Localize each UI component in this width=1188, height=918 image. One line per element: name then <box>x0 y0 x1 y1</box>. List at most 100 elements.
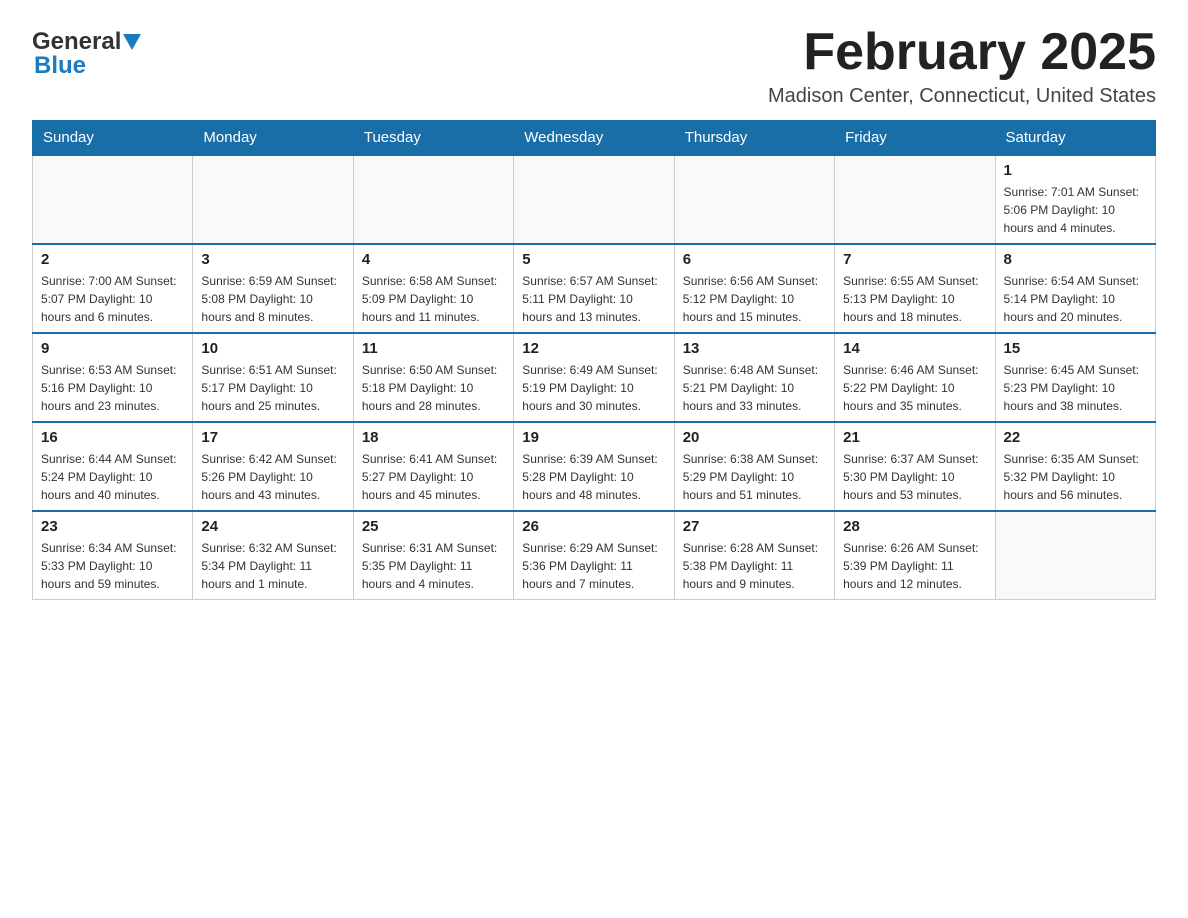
day-cell: 5 Sunrise: 6:57 AM Sunset: 5:11 PM Daylig… <box>514 244 674 333</box>
day-info: Sunrise: 6:45 AM Sunset: 5:23 PM Dayligh… <box>1004 361 1147 415</box>
day-cell: 18 Sunrise: 6:41 AM Sunset: 5:27 PM Dayli… <box>353 422 513 511</box>
day-number: 17 <box>201 429 344 446</box>
col-monday: Monday <box>193 121 353 156</box>
day-info: Sunrise: 6:51 AM Sunset: 5:17 PM Dayligh… <box>201 361 344 415</box>
calendar-title: February 2025 <box>768 24 1156 81</box>
day-cell <box>674 155 834 244</box>
day-cell: 21 Sunrise: 6:37 AM Sunset: 5:30 PM Dayli… <box>835 422 995 511</box>
day-cell: 17 Sunrise: 6:42 AM Sunset: 5:26 PM Dayli… <box>193 422 353 511</box>
day-number: 23 <box>41 518 184 535</box>
day-number: 20 <box>683 429 826 446</box>
day-number: 6 <box>683 251 826 268</box>
logo: General Blue <box>32 24 141 80</box>
week-row-2: 2 Sunrise: 7:00 AM Sunset: 5:07 PM Daylig… <box>33 244 1156 333</box>
day-info: Sunrise: 6:34 AM Sunset: 5:33 PM Dayligh… <box>41 539 184 593</box>
day-number: 7 <box>843 251 986 268</box>
col-sunday: Sunday <box>33 121 193 156</box>
day-cell: 6Sunrise: 6:56 AM Sunset: 5:12 PM Daylig… <box>674 244 834 333</box>
day-cell <box>353 155 513 244</box>
day-cell <box>835 155 995 244</box>
day-number: 14 <box>843 340 986 357</box>
day-cell: 4 Sunrise: 6:58 AM Sunset: 5:09 PM Daylig… <box>353 244 513 333</box>
day-info: Sunrise: 6:54 AM Sunset: 5:14 PM Dayligh… <box>1004 272 1147 326</box>
day-cell: 9 Sunrise: 6:53 AM Sunset: 5:16 PM Daylig… <box>33 333 193 422</box>
week-row-4: 16Sunrise: 6:44 AM Sunset: 5:24 PM Dayli… <box>33 422 1156 511</box>
day-info: Sunrise: 6:35 AM Sunset: 5:32 PM Dayligh… <box>1004 450 1147 504</box>
day-cell: 10 Sunrise: 6:51 AM Sunset: 5:17 PM Dayli… <box>193 333 353 422</box>
day-number: 11 <box>362 340 505 357</box>
day-info: Sunrise: 6:28 AM Sunset: 5:38 PM Dayligh… <box>683 539 826 593</box>
col-friday: Friday <box>835 121 995 156</box>
day-number: 4 <box>362 251 505 268</box>
day-info: Sunrise: 7:00 AM Sunset: 5:07 PM Dayligh… <box>41 272 184 326</box>
week-row-3: 9 Sunrise: 6:53 AM Sunset: 5:16 PM Daylig… <box>33 333 1156 422</box>
day-info: Sunrise: 6:38 AM Sunset: 5:29 PM Dayligh… <box>683 450 826 504</box>
day-cell: 7 Sunrise: 6:55 AM Sunset: 5:13 PM Daylig… <box>835 244 995 333</box>
day-info: Sunrise: 6:44 AM Sunset: 5:24 PM Dayligh… <box>41 450 184 504</box>
day-number: 1 <box>1004 162 1147 179</box>
day-number: 27 <box>683 518 826 535</box>
day-cell: 22Sunrise: 6:35 AM Sunset: 5:32 PM Dayli… <box>995 422 1155 511</box>
day-number: 21 <box>843 429 986 446</box>
col-saturday: Saturday <box>995 121 1155 156</box>
day-cell: 25Sunrise: 6:31 AM Sunset: 5:35 PM Dayli… <box>353 511 513 600</box>
day-number: 19 <box>522 429 665 446</box>
day-cell: 1 Sunrise: 7:01 AM Sunset: 5:06 PM Daylig… <box>995 155 1155 244</box>
day-number: 8 <box>1004 251 1147 268</box>
page-header: General Blue February 2025 Madison Cente… <box>32 24 1156 108</box>
day-number: 28 <box>843 518 986 535</box>
day-cell: 16Sunrise: 6:44 AM Sunset: 5:24 PM Dayli… <box>33 422 193 511</box>
day-number: 5 <box>522 251 665 268</box>
day-info: Sunrise: 6:42 AM Sunset: 5:26 PM Dayligh… <box>201 450 344 504</box>
day-info: Sunrise: 6:55 AM Sunset: 5:13 PM Dayligh… <box>843 272 986 326</box>
day-info: Sunrise: 6:53 AM Sunset: 5:16 PM Dayligh… <box>41 361 184 415</box>
calendar-location: Madison Center, Connecticut, United Stat… <box>768 85 1156 108</box>
day-info: Sunrise: 6:57 AM Sunset: 5:11 PM Dayligh… <box>522 272 665 326</box>
day-number: 26 <box>522 518 665 535</box>
day-cell: 27 Sunrise: 6:28 AM Sunset: 5:38 PM Dayli… <box>674 511 834 600</box>
day-info: Sunrise: 6:50 AM Sunset: 5:18 PM Dayligh… <box>362 361 505 415</box>
col-tuesday: Tuesday <box>353 121 513 156</box>
day-cell: 28 Sunrise: 6:26 AM Sunset: 5:39 PM Dayli… <box>835 511 995 600</box>
week-row-5: 23 Sunrise: 6:34 AM Sunset: 5:33 PM Dayli… <box>33 511 1156 600</box>
day-cell: 14 Sunrise: 6:46 AM Sunset: 5:22 PM Dayli… <box>835 333 995 422</box>
day-number: 24 <box>201 518 344 535</box>
day-cell: 8 Sunrise: 6:54 AM Sunset: 5:14 PM Daylig… <box>995 244 1155 333</box>
day-cell <box>193 155 353 244</box>
day-number: 25 <box>362 518 505 535</box>
day-info: Sunrise: 6:32 AM Sunset: 5:34 PM Dayligh… <box>201 539 344 593</box>
day-cell: 23 Sunrise: 6:34 AM Sunset: 5:33 PM Dayli… <box>33 511 193 600</box>
day-info: Sunrise: 6:58 AM Sunset: 5:09 PM Dayligh… <box>362 272 505 326</box>
day-number: 18 <box>362 429 505 446</box>
day-info: Sunrise: 6:29 AM Sunset: 5:36 PM Dayligh… <box>522 539 665 593</box>
day-info: Sunrise: 6:49 AM Sunset: 5:19 PM Dayligh… <box>522 361 665 415</box>
day-number: 2 <box>41 251 184 268</box>
day-cell: 11 Sunrise: 6:50 AM Sunset: 5:18 PM Dayli… <box>353 333 513 422</box>
logo-blue-text: Blue <box>34 52 86 80</box>
day-cell: 24 Sunrise: 6:32 AM Sunset: 5:34 PM Dayli… <box>193 511 353 600</box>
day-number: 10 <box>201 340 344 357</box>
week-row-1: 1 Sunrise: 7:01 AM Sunset: 5:06 PM Daylig… <box>33 155 1156 244</box>
day-number: 3 <box>201 251 344 268</box>
day-info: Sunrise: 6:59 AM Sunset: 5:08 PM Dayligh… <box>201 272 344 326</box>
day-info: Sunrise: 6:48 AM Sunset: 5:21 PM Dayligh… <box>683 361 826 415</box>
calendar-table: Sunday Monday Tuesday Wednesday Thursday… <box>32 120 1156 600</box>
day-cell: 26 Sunrise: 6:29 AM Sunset: 5:36 PM Dayli… <box>514 511 674 600</box>
title-block: February 2025 Madison Center, Connecticu… <box>768 24 1156 108</box>
day-info: Sunrise: 6:41 AM Sunset: 5:27 PM Dayligh… <box>362 450 505 504</box>
calendar-header-row: Sunday Monday Tuesday Wednesday Thursday… <box>33 121 1156 156</box>
day-number: 12 <box>522 340 665 357</box>
day-cell: 2 Sunrise: 7:00 AM Sunset: 5:07 PM Daylig… <box>33 244 193 333</box>
day-cell: 13 Sunrise: 6:48 AM Sunset: 5:21 PM Dayli… <box>674 333 834 422</box>
day-info: Sunrise: 6:46 AM Sunset: 5:22 PM Dayligh… <box>843 361 986 415</box>
col-thursday: Thursday <box>674 121 834 156</box>
day-info: Sunrise: 7:01 AM Sunset: 5:06 PM Dayligh… <box>1004 183 1147 237</box>
day-info: Sunrise: 6:37 AM Sunset: 5:30 PM Dayligh… <box>843 450 986 504</box>
day-number: 9 <box>41 340 184 357</box>
day-cell: 15Sunrise: 6:45 AM Sunset: 5:23 PM Dayli… <box>995 333 1155 422</box>
day-number: 13 <box>683 340 826 357</box>
day-cell: 3 Sunrise: 6:59 AM Sunset: 5:08 PM Daylig… <box>193 244 353 333</box>
logo-arrow-icon <box>123 34 141 52</box>
day-info: Sunrise: 6:26 AM Sunset: 5:39 PM Dayligh… <box>843 539 986 593</box>
day-cell: 12 Sunrise: 6:49 AM Sunset: 5:19 PM Dayli… <box>514 333 674 422</box>
